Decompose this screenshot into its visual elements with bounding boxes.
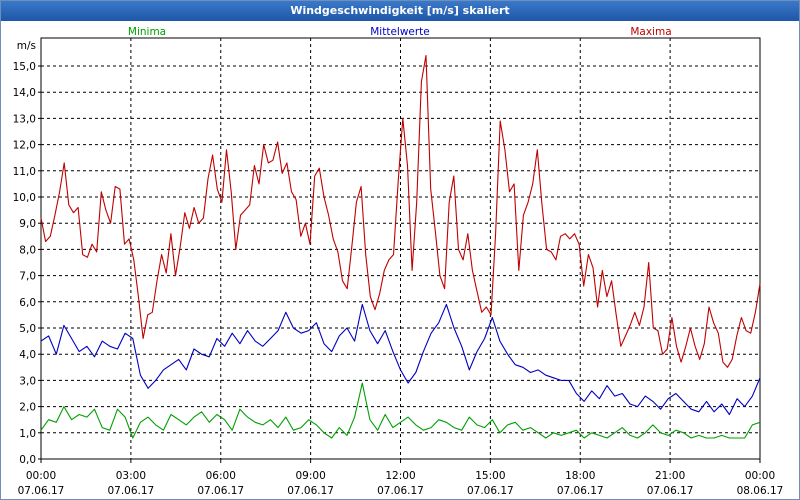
- x-axis-ticks: 00:00 07.06.17 03:00 07.06.17 06:00 07.06.17 0…: [18, 459, 784, 497]
- x-tick-date: 07.06.17: [467, 485, 514, 497]
- y-tick-label: 4,0: [19, 349, 36, 361]
- x-tick-date: 07.06.17: [557, 485, 604, 497]
- y-tick-label: 6,0: [19, 297, 36, 309]
- x-tick-time: 00:00: [26, 470, 56, 482]
- y-tick-label: 11,0: [13, 166, 36, 178]
- y-axis-ticks: 0,0 1,0 2,0 3,0 4,0 5,0 6,0 7,0 8,0 9,0 10,0 11,0 12…: [13, 61, 41, 466]
- wind-speed-chart: m/s 0,0 1,0 2,0 3,0 4,0 5,0 6,0 7,0 8,0 9,0 10,0 11…: [13, 26, 784, 497]
- x-tick-date: 08.06.17: [737, 485, 784, 497]
- legend-entry-mittelwerte: Mittelwerte: [370, 26, 430, 38]
- x-tick-time: 09:00: [295, 470, 325, 482]
- y-tick-label: 13,0: [13, 113, 36, 125]
- y-tick-label: 14,0: [13, 87, 36, 99]
- y-tick-label: 2,0: [19, 402, 36, 414]
- y-tick-label: 15,0: [13, 61, 36, 73]
- x-tick-time: 03:00: [116, 470, 146, 482]
- y-tick-label: 3,0: [19, 375, 36, 387]
- x-tick-time: 00:00: [745, 470, 775, 482]
- y-axis-unit-label: m/s: [17, 40, 36, 52]
- x-tick-time: 15:00: [475, 470, 505, 482]
- y-tick-label: 1,0: [19, 428, 36, 440]
- y-tick-label: 5,0: [19, 323, 36, 335]
- x-tick-time: 18:00: [565, 470, 595, 482]
- x-tick-time: 06:00: [206, 470, 236, 482]
- x-tick-date: 07.06.17: [647, 485, 694, 497]
- y-tick-label: 8,0: [19, 244, 36, 256]
- x-tick-time: 12:00: [385, 470, 415, 482]
- legend: Minima Mittelwerte Maxima: [128, 26, 672, 38]
- x-tick-date: 07.06.17: [18, 485, 65, 497]
- y-tick-label: 12,0: [13, 140, 36, 152]
- legend-entry-maxima: Maxima: [630, 26, 671, 38]
- x-tick-date: 07.06.17: [287, 485, 334, 497]
- x-tick-date: 07.06.17: [197, 485, 244, 497]
- y-tick-label: 0,0: [19, 454, 36, 466]
- y-tick-label: 10,0: [13, 192, 36, 204]
- legend-entry-minima: Minima: [128, 26, 166, 38]
- y-tick-label: 7,0: [19, 271, 36, 283]
- x-tick-time: 21:00: [655, 470, 685, 482]
- y-tick-label: 9,0: [19, 218, 36, 230]
- x-tick-date: 07.06.17: [377, 485, 424, 497]
- x-tick-date: 07.06.17: [107, 485, 154, 497]
